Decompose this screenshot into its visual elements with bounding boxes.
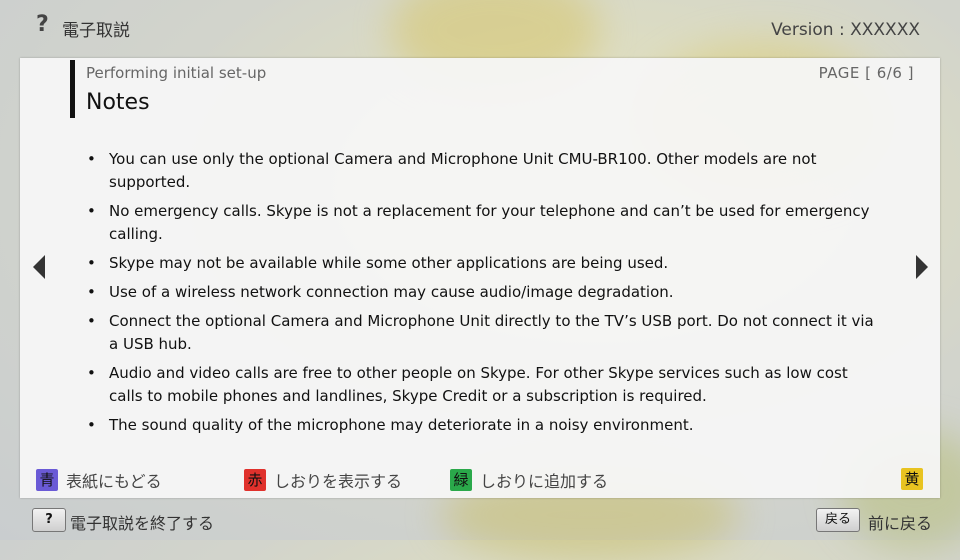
page-title: Notes [86, 90, 150, 115]
color-key-legend: 青 表紙にもどる 赤 しおりを表示する 緑 しおりに追加する 黄 [36, 468, 926, 492]
bullet-icon: • [87, 416, 96, 434]
green-key-add-bookmark[interactable]: 緑 しおりに追加する [450, 468, 608, 492]
note-text: Use of a wireless network connection may… [109, 283, 674, 301]
back-label: 前に戻る [868, 514, 933, 533]
green-key-icon: 緑 [450, 469, 472, 491]
bullet-icon: • [87, 364, 96, 382]
exit-manual-label: 電子取説を終了する [70, 514, 215, 533]
bullet-icon: • [87, 312, 96, 330]
back-button[interactable]: 戻る [816, 508, 860, 532]
note-text: The sound quality of the microphone may … [109, 416, 694, 434]
footer-bar: ? 電子取説を終了する 戻る 前に戻る [0, 504, 960, 540]
help-icon: ? [36, 12, 49, 37]
green-key-label: しおりに追加する [480, 472, 609, 491]
list-item: • No emergency calls. Skype is not a repl… [86, 200, 876, 246]
list-item: • Connect the optional Camera and Microph… [86, 310, 876, 356]
list-item: • You can use only the optional Camera an… [86, 148, 876, 194]
list-item: • Audio and video calls are free to other… [86, 362, 876, 408]
notes-list: • You can use only the optional Camera an… [86, 148, 876, 443]
help-key-button[interactable]: ? [32, 508, 66, 532]
note-text: No emergency calls. Skype is not a repla… [109, 202, 870, 243]
note-text: You can use only the optional Camera and… [109, 150, 817, 191]
list-item: • Skype may not be available while some o… [86, 252, 876, 275]
yellow-key[interactable]: 黄 [901, 468, 931, 490]
list-item: • Use of a wireless network connection ma… [86, 281, 876, 304]
arrow-left-icon[interactable] [33, 255, 45, 279]
bullet-icon: • [87, 150, 96, 168]
version-label: Version : XXXXXX [771, 20, 920, 40]
bullet-icon: • [87, 254, 96, 272]
arrow-right-icon[interactable] [916, 255, 928, 279]
bullet-icon: • [87, 202, 96, 220]
yellow-key-icon: 黄 [901, 468, 923, 490]
list-item: • The sound quality of the microphone may… [86, 414, 876, 437]
red-key-icon: 赤 [244, 469, 266, 491]
breadcrumb: Performing initial set-up [86, 64, 267, 82]
app-title: 電子取説 [62, 21, 130, 41]
page-indicator: PAGE [ 6/6 ] [818, 64, 914, 82]
note-text: Connect the optional Camera and Micropho… [109, 312, 874, 353]
note-text: Audio and video calls are free to other … [109, 364, 848, 405]
blue-key-back-to-cover[interactable]: 青 表紙にもどる [36, 468, 162, 492]
heading-accent-bar [70, 60, 75, 118]
blue-key-label: 表紙にもどる [66, 472, 162, 491]
red-key-label: しおりを表示する [274, 472, 403, 491]
bullet-icon: • [87, 283, 96, 301]
top-bar: ? 電子取説 Version : XXXXXX [0, 0, 960, 56]
blue-key-icon: 青 [36, 469, 58, 491]
red-key-show-bookmarks[interactable]: 赤 しおりを表示する [244, 468, 402, 492]
note-text: Skype may not be available while some ot… [109, 254, 669, 272]
content-panel: Performing initial set-up Notes PAGE [ 6… [20, 58, 940, 498]
